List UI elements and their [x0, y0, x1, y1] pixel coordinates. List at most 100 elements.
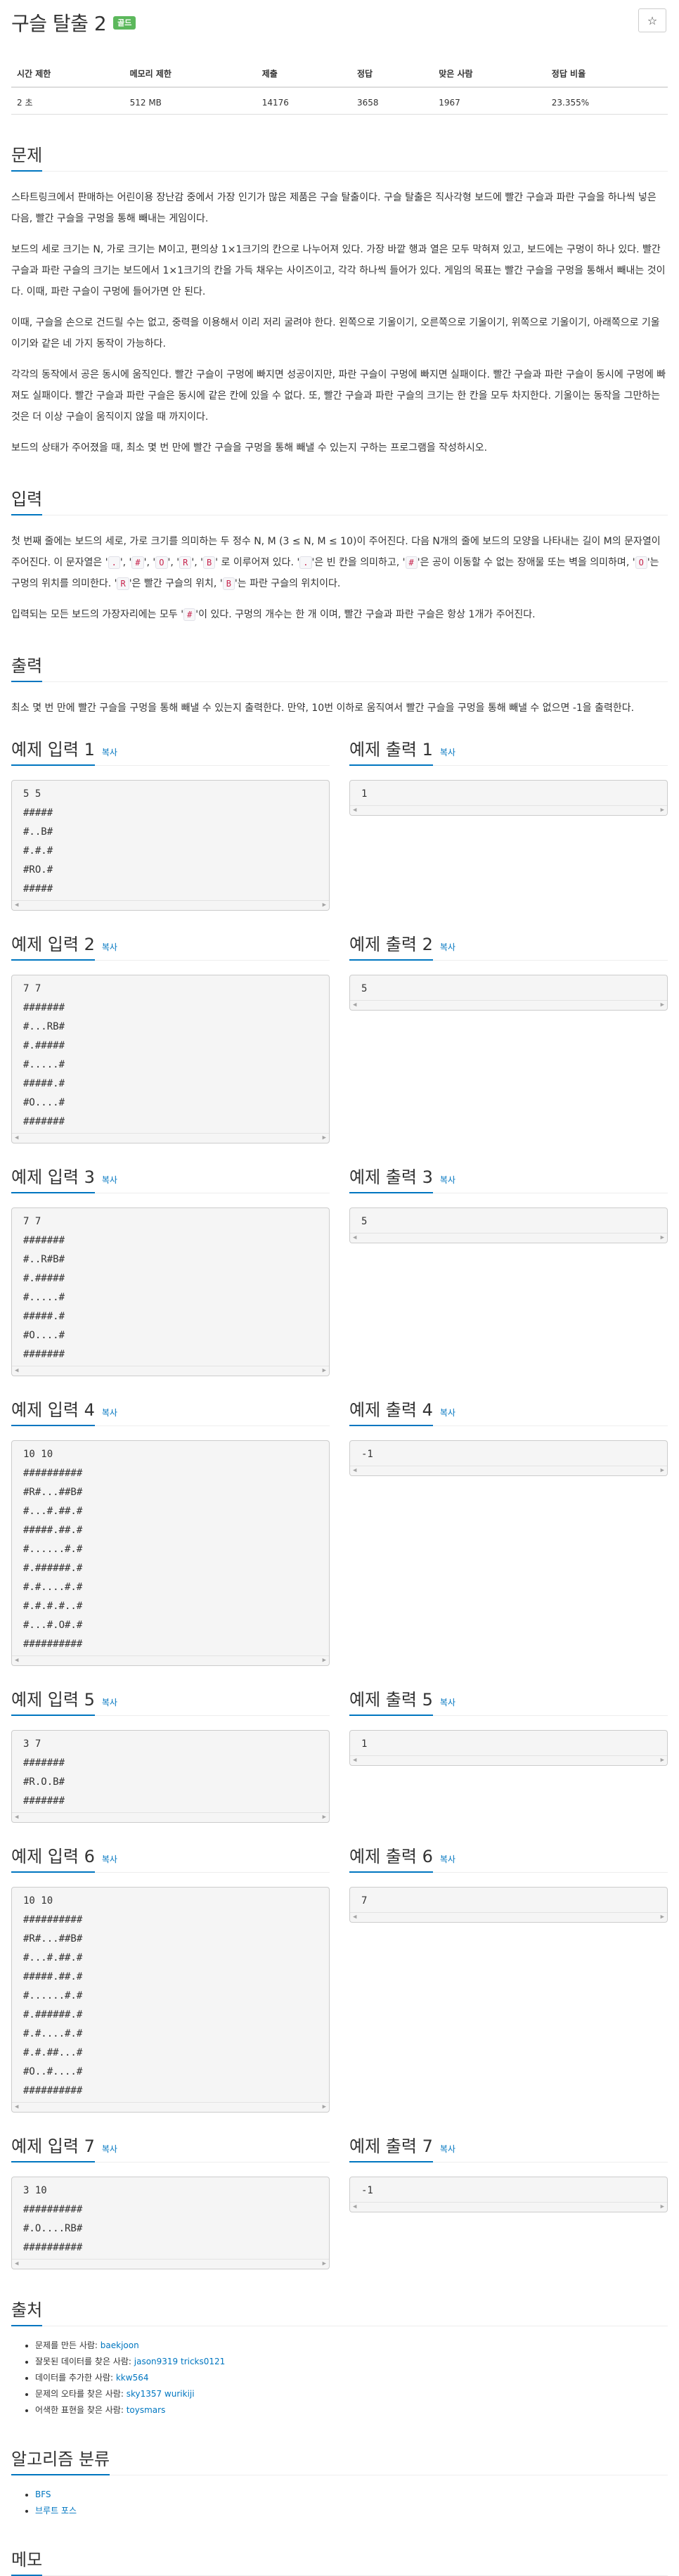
horizontal-scrollbar[interactable]: ◀ ▶	[350, 1466, 667, 1475]
output-paragraph: 최소 몇 번 만에 빨간 구슬을 구멍을 통해 빼낼 수 있는지 출력한다. 만…	[11, 703, 635, 714]
horizontal-scrollbar[interactable]: ◀ ▶	[12, 1133, 329, 1143]
scroll-left-icon[interactable]: ◀	[353, 1229, 356, 1248]
list-item: BFS	[35, 2487, 668, 2503]
scroll-left-icon[interactable]: ◀	[353, 1908, 356, 1927]
copy-button[interactable]: 복사	[102, 746, 117, 758]
sample-in-code[interactable]: 7 7 ####### #..R#B# #.##### #.....# #####.# #O…	[11, 1207, 330, 1376]
scroll-right-icon[interactable]: ▶	[661, 996, 664, 1015]
horizontal-scrollbar[interactable]: ◀ ▶	[350, 1233, 667, 1243]
scroll-left-icon[interactable]: ◀	[15, 1129, 18, 1148]
copy-button[interactable]: 복사	[102, 1406, 117, 1418]
sample-in-code[interactable]: 5 5 ##### #..B# #.#.# #RO.# ##### ◀ ▶	[11, 780, 330, 911]
sample-output-block: 예제 출력 4 복사 -1 ◀ ▶	[349, 1396, 668, 1666]
copy-button[interactable]: 복사	[102, 1696, 117, 1708]
tier-badge[interactable]: 골드	[113, 15, 136, 30]
sample-out-code[interactable]: 5 ◀ ▶	[349, 975, 668, 1011]
algorithm-tag-link[interactable]: BFS	[35, 2490, 51, 2499]
copy-button[interactable]: 복사	[102, 1174, 117, 1186]
code-line: 5 5	[23, 788, 41, 800]
sample-input-block: 예제 입력 7 복사 3 10 ########## #.O....RB# #######…	[11, 2132, 330, 2269]
horizontal-scrollbar[interactable]: ◀ ▶	[350, 805, 667, 815]
sample-out-code[interactable]: 1 ◀ ▶	[349, 1730, 668, 1766]
user-link[interactable]: sky1357 wurikiji	[127, 2389, 195, 2399]
copy-button[interactable]: 복사	[102, 2143, 117, 2155]
horizontal-scrollbar[interactable]: ◀ ▶	[12, 1366, 329, 1376]
scroll-left-icon[interactable]: ◀	[15, 2098, 18, 2117]
scroll-left-icon[interactable]: ◀	[15, 896, 18, 915]
scroll-right-icon[interactable]: ▶	[661, 2198, 664, 2217]
scroll-right-icon[interactable]: ▶	[323, 1808, 326, 1827]
user-link[interactable]: baekjoon	[101, 2340, 139, 2350]
sample-in-code[interactable]: 10 10 ########## #R#...##B# #...#.##.# #####…	[11, 1440, 330, 1666]
horizontal-scrollbar[interactable]: ◀ ▶	[350, 1000, 667, 1010]
user-link[interactable]: toysmars	[127, 2405, 166, 2415]
copy-button[interactable]: 복사	[440, 1406, 455, 1418]
copy-button[interactable]: 복사	[440, 1696, 455, 1708]
submissions-value[interactable]: 14176	[256, 87, 352, 115]
sample-input-block: 예제 입력 5 복사 3 7 ####### #R.O.B# ####### ◀ ▶	[11, 1686, 330, 1823]
scroll-right-icon[interactable]: ▶	[661, 1229, 664, 1248]
sample-row: 예제 입력 1 복사 5 5 ##### #..B# #.#.# #RO.# ##### ◀ ▶ 예…	[11, 736, 668, 911]
header-memory-limit: 메모리 제한	[124, 62, 257, 88]
scroll-left-icon[interactable]: ◀	[353, 996, 356, 1015]
sample-out-code[interactable]: 5 ◀ ▶	[349, 1207, 668, 1243]
scroll-right-icon[interactable]: ▶	[323, 1129, 326, 1148]
user-link[interactable]: jason9319 tricks0121	[134, 2357, 226, 2366]
copy-button[interactable]: 복사	[440, 1853, 455, 1865]
copy-button[interactable]: 복사	[440, 2143, 455, 2155]
code-line: #O....#	[23, 1330, 65, 1341]
sample-in-code[interactable]: 10 10 ########## #R#...##B# #...#.##.# #####…	[11, 1887, 330, 2113]
horizontal-scrollbar[interactable]: ◀ ▶	[12, 1655, 329, 1665]
code-line: #...RB#	[23, 1021, 65, 1032]
scroll-left-icon[interactable]: ◀	[353, 801, 356, 820]
sample-in-title: 예제 입력 5	[11, 1686, 95, 1716]
time-limit-value: 2 초	[11, 87, 124, 115]
horizontal-scrollbar[interactable]: ◀ ▶	[12, 1812, 329, 1822]
sample-in-code[interactable]: 3 7 ####### #R.O.B# ####### ◀ ▶	[11, 1730, 330, 1823]
scroll-right-icon[interactable]: ▶	[661, 1908, 664, 1927]
copy-button[interactable]: 복사	[440, 941, 455, 953]
horizontal-scrollbar[interactable]: ◀ ▶	[12, 2102, 329, 2112]
code-line: #.#.#.#..#	[23, 1601, 83, 1612]
sample-in-code[interactable]: 7 7 ####### #...RB# #.##### #.....# #####.# #O…	[11, 975, 330, 1143]
copy-button[interactable]: 복사	[102, 1853, 117, 1865]
scroll-left-icon[interactable]: ◀	[353, 1461, 356, 1480]
sample-out-code[interactable]: 7 ◀ ▶	[349, 1887, 668, 1923]
sample-out-code[interactable]: 1 ◀ ▶	[349, 780, 668, 816]
scroll-left-icon[interactable]: ◀	[15, 1808, 18, 1827]
sample-out-code[interactable]: -1 ◀ ▶	[349, 1440, 668, 1476]
horizontal-scrollbar[interactable]: ◀ ▶	[350, 2202, 667, 2212]
horizontal-scrollbar[interactable]: ◀ ▶	[12, 2259, 329, 2269]
horizontal-scrollbar[interactable]: ◀ ▶	[350, 1755, 667, 1765]
scroll-right-icon[interactable]: ▶	[323, 896, 326, 915]
user-link[interactable]: kkw564	[116, 2373, 149, 2383]
code-line: #......#.#	[23, 1990, 83, 2001]
scroll-right-icon[interactable]: ▶	[661, 1461, 664, 1480]
scroll-left-icon[interactable]: ◀	[15, 1361, 18, 1380]
scroll-right-icon[interactable]: ▶	[661, 801, 664, 820]
scroll-right-icon[interactable]: ▶	[323, 1361, 326, 1380]
horizontal-scrollbar[interactable]: ◀ ▶	[350, 1912, 667, 1922]
scroll-left-icon[interactable]: ◀	[15, 1651, 18, 1670]
sample-in-code[interactable]: 3 10 ########## #.O....RB# ########## ◀ ▶	[11, 2177, 330, 2269]
horizontal-scrollbar[interactable]: ◀ ▶	[12, 900, 329, 910]
copy-button[interactable]: 복사	[102, 941, 117, 953]
scroll-right-icon[interactable]: ▶	[323, 1651, 326, 1670]
copy-button[interactable]: 복사	[440, 746, 455, 758]
scroll-right-icon[interactable]: ▶	[661, 1751, 664, 1770]
copy-button[interactable]: 복사	[440, 1174, 455, 1186]
scroll-right-icon[interactable]: ▶	[323, 2098, 326, 2117]
favorite-button[interactable]: ☆	[638, 8, 666, 32]
code-line: 7 7	[23, 1216, 41, 1227]
problem-paragraph: 이때, 구슬을 손으로 건드릴 수는 없고, 중력을 이용해서 이리 저리 굴려…	[11, 317, 660, 350]
scroll-right-icon[interactable]: ▶	[323, 2255, 326, 2274]
scroll-left-icon[interactable]: ◀	[353, 2198, 356, 2217]
solved-users-value[interactable]: 1967	[433, 87, 546, 115]
accepted-value[interactable]: 3658	[351, 87, 434, 115]
scroll-left-icon[interactable]: ◀	[15, 2255, 18, 2274]
code-line: #...#.O#.#	[23, 1620, 83, 1631]
sample-out-code[interactable]: -1 ◀ ▶	[349, 2177, 668, 2212]
algorithm-tag-link[interactable]: 브루트 포스	[35, 2506, 77, 2516]
input-text: '은 빈 칸을 의미하고, '	[311, 557, 406, 568]
scroll-left-icon[interactable]: ◀	[353, 1751, 356, 1770]
